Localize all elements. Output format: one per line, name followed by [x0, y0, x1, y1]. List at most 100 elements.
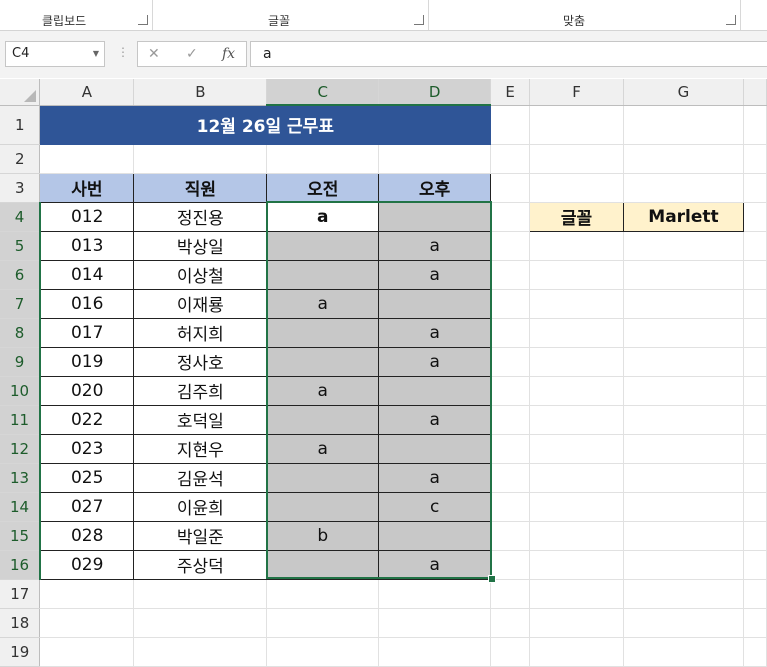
cell[interactable]	[266, 144, 380, 174]
cell[interactable]	[490, 637, 531, 667]
id-cell[interactable]: 016	[39, 288, 135, 319]
cell[interactable]	[490, 492, 531, 522]
pm-cell[interactable]	[378, 201, 492, 232]
row-header-2[interactable]: 2	[0, 144, 41, 174]
cell[interactable]	[529, 144, 625, 174]
header-cell-pm[interactable]: 오후	[378, 172, 492, 203]
cell[interactable]	[743, 173, 767, 203]
am-cell[interactable]	[266, 317, 380, 348]
cell[interactable]	[529, 347, 625, 377]
cell[interactable]	[743, 105, 767, 145]
row-header-13[interactable]: 13	[0, 463, 41, 493]
row-header-4[interactable]: 4	[0, 202, 41, 232]
cancel-icon[interactable]: ✕	[148, 46, 160, 62]
pm-cell[interactable]	[378, 288, 492, 319]
cell[interactable]	[490, 318, 531, 348]
id-cell[interactable]: 025	[39, 462, 135, 493]
cell[interactable]	[490, 260, 531, 290]
name-box[interactable]: C4 ▼	[5, 41, 105, 67]
pm-cell[interactable]: a	[378, 346, 492, 377]
sheet-title-cell[interactable]: 12월 26일 근무표	[39, 104, 492, 145]
cell[interactable]	[490, 202, 531, 232]
cell[interactable]	[623, 173, 744, 203]
name-cell[interactable]: 이재룡	[133, 288, 268, 319]
cell[interactable]	[623, 347, 744, 377]
row-header-12[interactable]: 12	[0, 434, 41, 464]
cell[interactable]	[743, 376, 767, 406]
am-cell[interactable]	[266, 259, 380, 290]
font-launcher-icon[interactable]	[414, 15, 424, 25]
name-cell[interactable]: 정진용	[133, 201, 268, 232]
cell[interactable]	[743, 318, 767, 348]
cell[interactable]	[529, 463, 625, 493]
row-header-18[interactable]: 18	[0, 608, 41, 638]
id-cell[interactable]: 028	[39, 520, 135, 551]
am-cell[interactable]	[266, 549, 380, 580]
insert-function-icon[interactable]: fx	[222, 46, 235, 62]
column-header-g[interactable]: G	[623, 79, 744, 106]
pm-cell[interactable]	[378, 520, 492, 551]
row-header-5[interactable]: 5	[0, 231, 41, 261]
id-cell[interactable]: 012	[39, 201, 135, 232]
am-cell[interactable]: a	[266, 288, 380, 319]
cell[interactable]	[529, 521, 625, 551]
cell[interactable]	[39, 579, 135, 609]
cell[interactable]	[623, 405, 744, 435]
cell[interactable]	[623, 434, 744, 464]
cell[interactable]	[529, 173, 625, 203]
cell[interactable]	[623, 608, 744, 638]
cell[interactable]	[623, 318, 744, 348]
cell[interactable]	[623, 260, 744, 290]
id-cell[interactable]: 020	[39, 375, 135, 406]
cell[interactable]	[529, 637, 625, 667]
row-header-6[interactable]: 6	[0, 260, 41, 290]
chevron-down-icon[interactable]: ▼	[93, 42, 99, 66]
name-cell[interactable]: 정사호	[133, 346, 268, 377]
column-header-f[interactable]: F	[529, 79, 625, 106]
name-cell[interactable]: 지현우	[133, 433, 268, 464]
cell[interactable]	[623, 492, 744, 522]
header-cell-am[interactable]: 오전	[266, 172, 380, 203]
cell[interactable]	[529, 318, 625, 348]
cell[interactable]	[490, 173, 531, 203]
name-cell[interactable]: 이상철	[133, 259, 268, 290]
header-cell-id[interactable]: 사번	[39, 172, 135, 203]
column-header-b[interactable]: B	[133, 79, 268, 106]
id-cell[interactable]: 017	[39, 317, 135, 348]
row-header-9[interactable]: 9	[0, 347, 41, 377]
cell[interactable]	[529, 608, 625, 638]
id-cell[interactable]: 014	[39, 259, 135, 290]
cell[interactable]	[743, 608, 767, 638]
pm-cell[interactable]: c	[378, 491, 492, 522]
row-header-10[interactable]: 10	[0, 376, 41, 406]
id-cell[interactable]: 029	[39, 549, 135, 580]
am-cell[interactable]	[266, 491, 380, 522]
name-cell[interactable]: 김윤석	[133, 462, 268, 493]
cell[interactable]	[743, 144, 767, 174]
cell[interactable]	[529, 376, 625, 406]
active-cell-am[interactable]: a	[266, 201, 380, 232]
cell[interactable]	[490, 550, 531, 580]
cell[interactable]	[529, 492, 625, 522]
name-cell[interactable]: 주상덕	[133, 549, 268, 580]
id-cell[interactable]: 019	[39, 346, 135, 377]
pm-cell[interactable]: a	[378, 230, 492, 261]
pm-cell[interactable]: a	[378, 317, 492, 348]
cell[interactable]	[529, 434, 625, 464]
cell[interactable]	[743, 579, 767, 609]
am-cell[interactable]: b	[266, 520, 380, 551]
cell[interactable]	[743, 492, 767, 522]
cell[interactable]	[743, 521, 767, 551]
cell[interactable]	[529, 579, 625, 609]
font-value-cell[interactable]: Marlett	[623, 201, 744, 232]
id-cell[interactable]: 027	[39, 491, 135, 522]
row-header-14[interactable]: 14	[0, 492, 41, 522]
cell[interactable]	[266, 579, 380, 609]
formula-input[interactable]: a	[250, 41, 767, 67]
cell[interactable]	[39, 637, 135, 667]
am-cell[interactable]: a	[266, 375, 380, 406]
pm-cell[interactable]	[378, 433, 492, 464]
row-header-11[interactable]: 11	[0, 405, 41, 435]
name-cell[interactable]: 박상일	[133, 230, 268, 261]
cell[interactable]	[743, 289, 767, 319]
